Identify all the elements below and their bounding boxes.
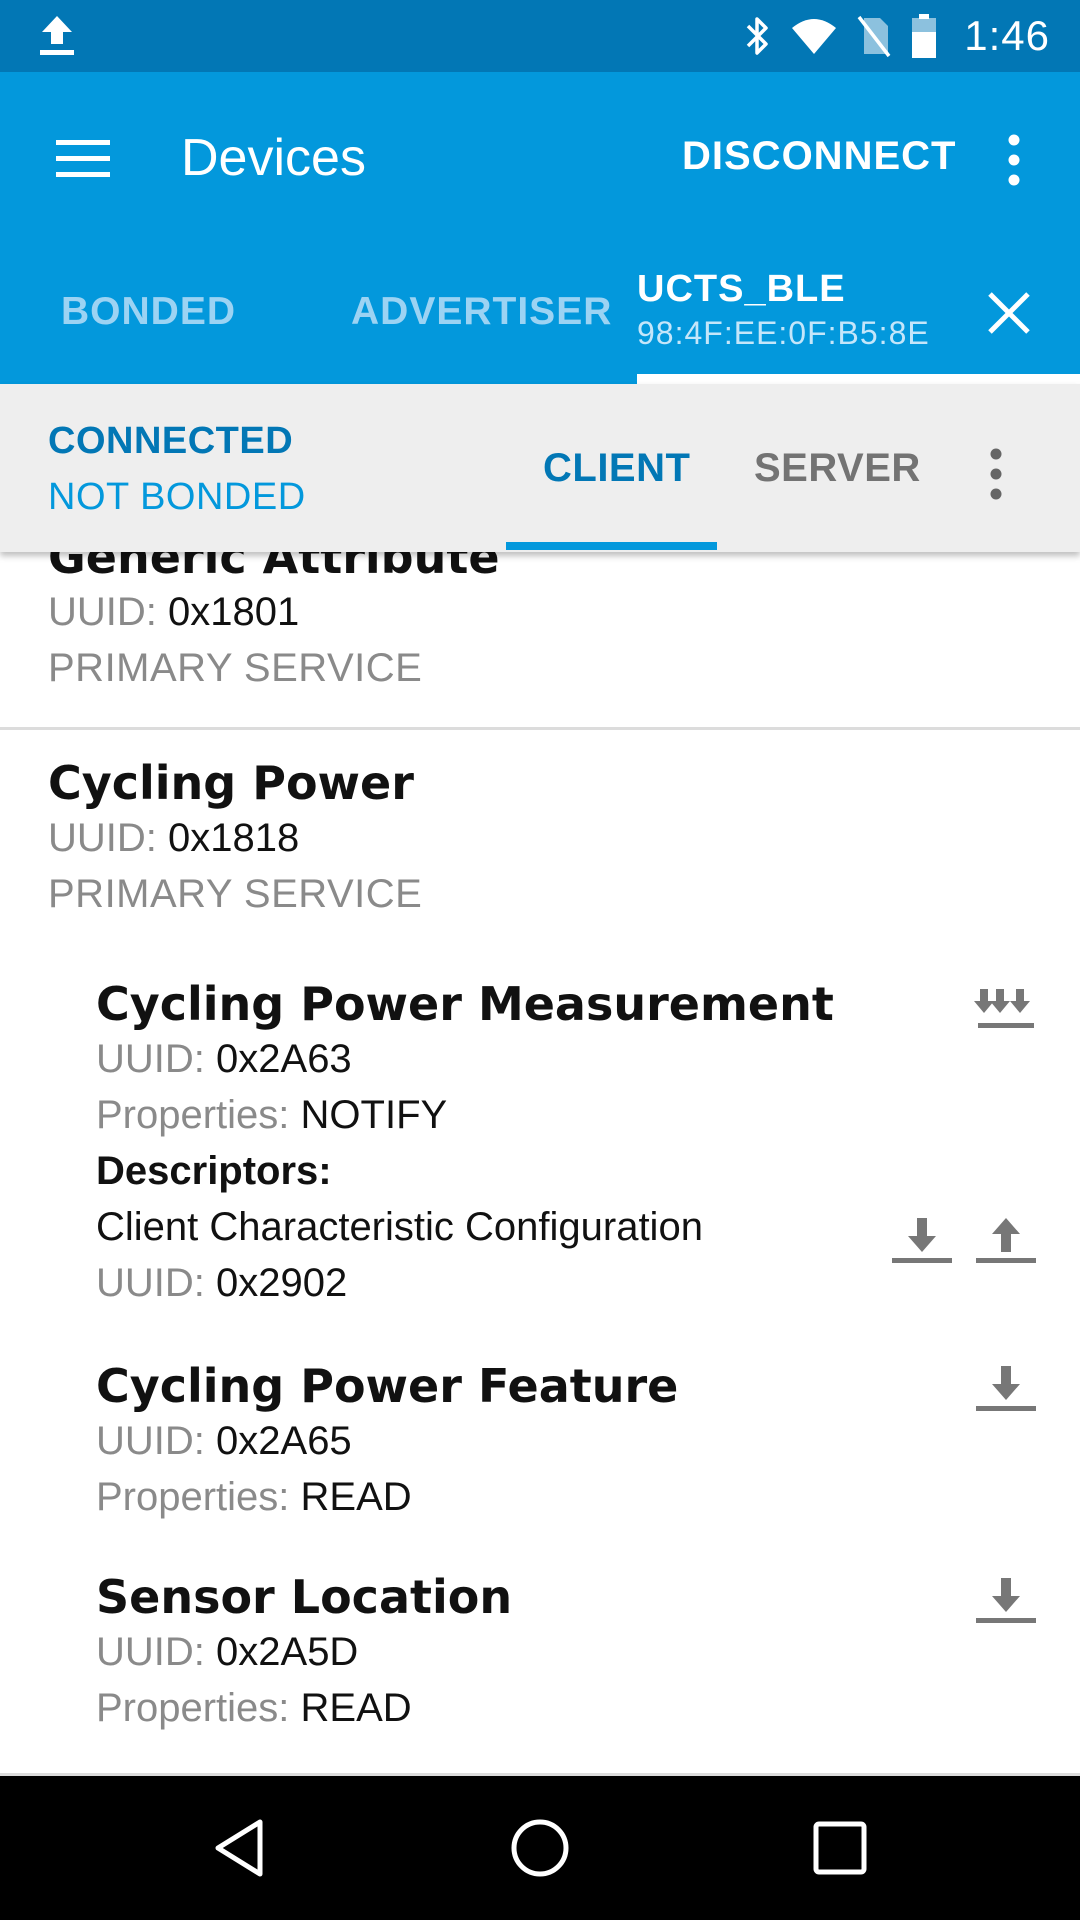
service-type: PRIMARY SERVICE [48, 646, 423, 690]
notify-icon[interactable] [974, 979, 1038, 1039]
service-item[interactable]: Generic Attribute UUID: 0x1801 PRIMARY S… [48, 552, 500, 696]
service-uuid: UUID: 0x1818 [48, 810, 422, 866]
tab-device[interactable]: UCTS_BLE 98:4F:EE:0F:B5:8E [637, 268, 930, 352]
status-bar: 1:46 [0, 0, 1080, 72]
connection-header: CONNECTED NOT BONDED CLIENT SERVER [0, 384, 1080, 552]
connection-status: CONNECTED [48, 420, 294, 462]
uuid-label: UUID: [48, 816, 157, 860]
characteristic-properties: Properties: READ [96, 1680, 512, 1736]
client-tab-indicator [506, 542, 717, 550]
properties-label: Properties: [96, 1475, 290, 1519]
close-tab-icon[interactable] [982, 286, 1036, 340]
page-title: Devices [181, 129, 366, 187]
hamburger-menu-icon[interactable] [54, 134, 112, 182]
characteristic-name: Cycling Power Feature [96, 1359, 679, 1413]
bluetooth-icon [742, 13, 772, 59]
characteristic-name: Sensor Location [96, 1570, 513, 1624]
tab-server[interactable]: SERVER [754, 446, 921, 491]
more-options-icon[interactable] [990, 130, 1038, 190]
uuid-value: 0x2902 [216, 1261, 348, 1305]
device-name: UCTS_BLE [637, 268, 846, 310]
properties-label: Properties: [96, 1093, 290, 1137]
read-icon[interactable] [974, 1360, 1038, 1420]
read-descriptor-icon[interactable] [890, 1212, 954, 1272]
characteristic-name: Cycling Power Measurement [96, 977, 834, 1031]
disconnect-button[interactable]: DISCONNECT [682, 134, 956, 179]
service-type: PRIMARY SERVICE [48, 872, 423, 916]
characteristic-properties: Properties: READ [96, 1469, 678, 1525]
characteristic-item[interactable]: Sensor Location UUID: 0x2A5D Properties:… [96, 1570, 512, 1736]
device-mac-address: 98:4F:EE:0F:B5:8E [637, 315, 930, 351]
no-sim-icon [856, 14, 892, 58]
characteristic-uuid: UUID: 0x2A65 [96, 1413, 678, 1469]
uuid-value: 0x2A5D [216, 1630, 359, 1674]
tab-client[interactable]: CLIENT [543, 446, 690, 491]
uuid-value: 0x1818 [168, 816, 300, 860]
uuid-label: UUID: [96, 1630, 205, 1674]
service-name: Generic Attribute [48, 552, 500, 584]
divider [0, 727, 1080, 730]
uuid-label: UUID: [48, 590, 157, 634]
properties-label: Properties: [96, 1686, 290, 1730]
uuid-label: UUID: [96, 1261, 205, 1305]
uuid-label: UUID: [96, 1037, 205, 1081]
wifi-icon [790, 16, 838, 56]
tab-indicator [637, 374, 1080, 384]
write-descriptor-icon[interactable] [974, 1212, 1038, 1272]
service-item[interactable]: Cycling Power UUID: 0x1818 PRIMARY SERVI… [48, 756, 422, 922]
battery-icon [910, 12, 938, 60]
back-icon[interactable] [208, 1816, 272, 1880]
service-list[interactable]: Generic Attribute UUID: 0x1801 PRIMARY S… [0, 552, 1080, 1776]
uuid-value: 0x2A63 [216, 1037, 352, 1081]
uuid-value: 0x2A65 [216, 1419, 352, 1463]
descriptor-name: Client Characteristic Configuration [96, 1205, 703, 1249]
home-icon[interactable] [508, 1816, 572, 1880]
read-icon[interactable] [974, 1572, 1038, 1632]
bond-status: NOT BONDED [48, 476, 306, 518]
descriptors-heading: Descriptors: [96, 1149, 332, 1193]
tab-bonded[interactable]: BONDED [61, 290, 236, 334]
properties-value: NOTIFY [300, 1093, 448, 1137]
recents-icon[interactable] [808, 1816, 872, 1880]
tab-advertiser[interactable]: ADVERTISER [351, 290, 612, 334]
app-bar: Devices DISCONNECT BONDED ADVERTISER UCT… [0, 72, 1080, 384]
uuid-label: UUID: [96, 1419, 205, 1463]
navigation-bar [0, 1776, 1080, 1920]
descriptor-uuid: UUID: 0x2902 [96, 1255, 834, 1311]
characteristic-item[interactable]: Cycling Power Feature UUID: 0x2A65 Prope… [96, 1359, 678, 1525]
characteristic-item[interactable]: Cycling Power Measurement UUID: 0x2A63 P… [96, 977, 834, 1311]
characteristic-properties: Properties: NOTIFY [96, 1087, 834, 1143]
properties-value: READ [300, 1686, 412, 1730]
status-time: 1:46 [964, 12, 1050, 59]
upload-icon [34, 12, 80, 60]
characteristic-uuid: UUID: 0x2A5D [96, 1624, 512, 1680]
more-options-icon[interactable] [974, 444, 1018, 504]
service-uuid: UUID: 0x1801 [48, 584, 500, 640]
characteristic-uuid: UUID: 0x2A63 [96, 1031, 834, 1087]
service-name: Cycling Power [48, 756, 414, 810]
uuid-value: 0x1801 [168, 590, 300, 634]
properties-value: READ [300, 1475, 412, 1519]
